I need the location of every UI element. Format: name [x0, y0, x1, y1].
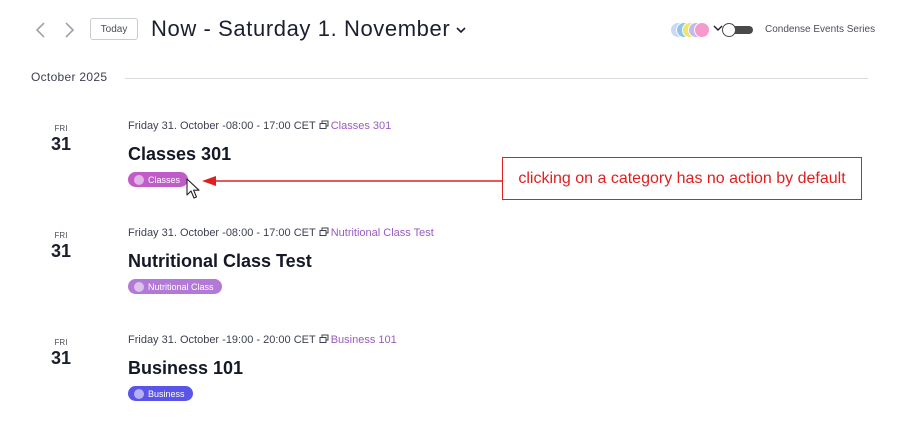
- event-item: FRI 31 Friday 31. October -08:00 - 17:00…: [0, 227, 917, 331]
- event-time-text: Friday 31. October -08:00 - 17:00 CET: [128, 120, 316, 132]
- category-label: Nutritional Class: [148, 281, 214, 292]
- event-day-number: 31: [50, 134, 72, 154]
- annotation-text: clicking on a category has no action by …: [518, 169, 846, 187]
- category-badge[interactable]: Business: [128, 386, 193, 401]
- event-datetime: Friday 31. October -08:00 - 17:00 CET Nut…: [128, 227, 434, 239]
- condense-series-toggle[interactable]: [722, 23, 753, 37]
- toggle-knob: [722, 23, 736, 37]
- mouse-pointer-icon: [186, 178, 200, 199]
- date-range-title[interactable]: Now - Saturday 1. November: [151, 16, 466, 42]
- next-arrow-icon[interactable]: [62, 21, 76, 39]
- event-day-number: 31: [50, 348, 72, 368]
- category-dot-icon: [134, 388, 144, 399]
- event-item: FRI 31 Friday 31. October -19:00 - 20:00…: [0, 334, 917, 438]
- event-title[interactable]: Business 101: [128, 358, 243, 379]
- category-color-dot: [694, 22, 710, 38]
- annotation-arrow-icon: [202, 176, 502, 186]
- category-label: Classes: [148, 174, 181, 185]
- category-dot-icon: [134, 174, 144, 185]
- previous-arrow-icon[interactable]: [34, 21, 48, 39]
- event-datetime: Friday 31. October -19:00 - 20:00 CET Bus…: [128, 334, 397, 346]
- event-title[interactable]: Classes 301: [128, 144, 231, 165]
- series-icon: [319, 120, 329, 129]
- month-label: October 2025: [31, 70, 108, 84]
- event-series-link[interactable]: Classes 301: [331, 120, 392, 132]
- event-title[interactable]: Nutritional Class Test: [128, 251, 312, 272]
- month-header: October 2025: [31, 70, 868, 88]
- series-icon: [319, 334, 329, 343]
- chevron-down-icon: [456, 27, 466, 34]
- annotation-callout: clicking on a category has no action by …: [502, 157, 862, 200]
- date-range-label: Now - Saturday 1. November: [151, 16, 451, 41]
- condense-series-label: Condense Events Series: [765, 24, 876, 35]
- event-time-text: Friday 31. October -19:00 - 20:00 CET: [128, 334, 316, 346]
- category-badge[interactable]: Nutritional Class: [128, 279, 222, 294]
- event-weekday: FRI: [54, 231, 68, 240]
- category-label: Business: [148, 388, 185, 399]
- event-weekday: FRI: [54, 124, 68, 133]
- series-icon: [319, 227, 329, 236]
- event-series-link[interactable]: Nutritional Class Test: [331, 227, 434, 239]
- category-badge[interactable]: Classes: [128, 172, 189, 187]
- calendar-toolbar: Today Now - Saturday 1. November Condens…: [0, 0, 917, 60]
- event-time-text: Friday 31. October -08:00 - 17:00 CET: [128, 227, 316, 239]
- event-datetime: Friday 31. October -08:00 - 17:00 CET Cla…: [128, 120, 391, 132]
- category-dot-icon: [134, 281, 144, 292]
- category-filter[interactable]: [670, 22, 714, 38]
- event-day-number: 31: [50, 241, 72, 261]
- today-button[interactable]: Today: [90, 18, 138, 40]
- month-divider: [125, 78, 868, 79]
- event-weekday: FRI: [54, 338, 68, 347]
- event-series-link[interactable]: Business 101: [331, 334, 397, 346]
